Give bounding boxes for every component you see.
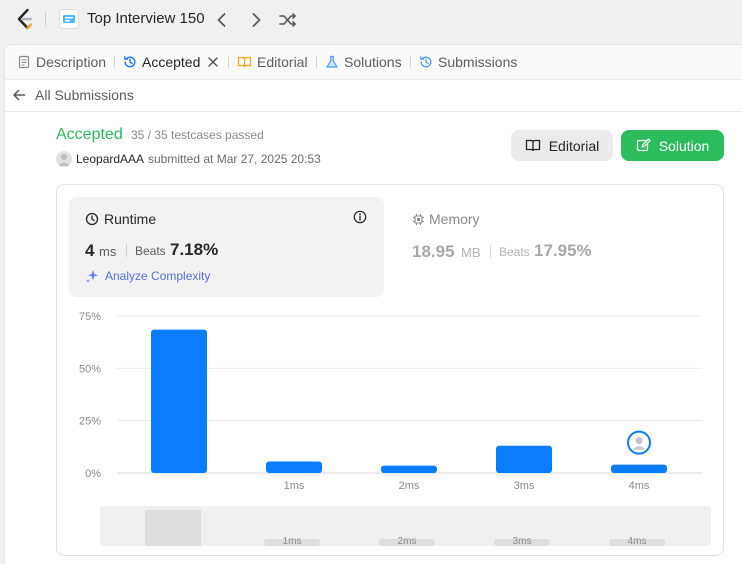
runtime-distribution-chart[interactable]: 0% 25% 50% 75% 1ms 2ms 3ms 4ms 1ms 2ms 3ms 4ms — [57, 185, 723, 555]
tab-divider — [114, 56, 115, 69]
shuffle-icon[interactable] — [278, 10, 298, 30]
tab-label: Solutions — [344, 54, 402, 70]
mini-tick-label: 2ms — [398, 536, 417, 547]
mini-tick-label: 1ms — [283, 536, 302, 547]
mini-tick-label: 4ms — [628, 536, 647, 547]
tab-submissions[interactable]: Submissions — [419, 45, 517, 79]
editorial-button[interactable]: Editorial — [511, 130, 613, 161]
avatar-head-icon — [635, 437, 643, 445]
tab-editorial[interactable]: Editorial — [237, 45, 308, 79]
submitted-time: submitted at Mar 27, 2025 20:53 — [148, 152, 321, 166]
y-tick-label: 0% — [85, 468, 101, 480]
tab-divider — [228, 56, 229, 69]
problem-list-title[interactable]: Top Interview 150 — [87, 10, 205, 27]
book-icon — [237, 56, 252, 68]
history-icon — [420, 56, 432, 68]
prev-problem-icon[interactable] — [212, 10, 232, 30]
avatar[interactable] — [56, 151, 72, 167]
bar[interactable] — [381, 465, 437, 473]
tab-divider — [410, 56, 411, 69]
solution-button-label: Solution — [658, 137, 710, 154]
history-icon — [124, 56, 136, 68]
y-tick-label: 50% — [79, 363, 101, 375]
next-problem-icon[interactable] — [246, 10, 266, 30]
bar[interactable] — [611, 464, 667, 473]
top-bar: Top Interview 150 — [0, 0, 742, 40]
tab-bar: Description Accepted Editorial Solutions… — [5, 45, 742, 80]
all-submissions-link[interactable]: All Submissions — [35, 87, 134, 103]
submission-panel: Description Accepted Editorial Solutions… — [4, 44, 742, 564]
tab-label: Accepted — [142, 54, 201, 70]
edit-icon — [636, 138, 651, 152]
submission-status: Accepted — [56, 126, 123, 143]
tab-label: Description — [36, 54, 107, 70]
username-link[interactable]: LeopardAAA — [76, 152, 144, 166]
close-tab-icon[interactable] — [207, 56, 219, 68]
x-tick-label: 4ms — [629, 480, 650, 492]
editorial-button-label: Editorial — [548, 137, 600, 154]
description-icon — [18, 55, 30, 69]
divider — [45, 12, 46, 26]
y-tick-label: 75% — [79, 311, 101, 323]
book-icon — [525, 139, 540, 152]
x-tick-label: 3ms — [514, 480, 535, 492]
bar[interactable] — [266, 461, 322, 473]
tab-divider — [316, 56, 317, 69]
arrow-left-icon[interactable] — [12, 88, 26, 102]
x-tick-label: 1ms — [284, 480, 305, 492]
y-tick-label: 25% — [79, 416, 101, 428]
mini-tick-label: 3ms — [513, 536, 532, 547]
bar[interactable] — [151, 329, 207, 473]
tab-label: Editorial — [257, 54, 308, 70]
flask-icon — [326, 55, 338, 68]
back-to-submissions[interactable]: All Submissions — [5, 79, 742, 112]
tab-solutions[interactable]: Solutions — [325, 45, 402, 79]
study-plan-icon[interactable] — [59, 9, 79, 29]
testcases-passed: 35 / 35 testcases passed — [131, 128, 264, 142]
tab-accepted[interactable]: Accepted — [123, 45, 219, 79]
x-tick-label: 2ms — [399, 480, 420, 492]
mini-bar — [145, 510, 201, 546]
tab-description[interactable]: Description — [17, 45, 106, 79]
performance-card: Runtime 4 ms Beats 7.18% Analyze Complex… — [56, 184, 724, 556]
leetcode-logo-icon[interactable] — [14, 8, 36, 30]
bar[interactable] — [496, 445, 552, 473]
solution-button[interactable]: Solution — [621, 130, 724, 161]
tab-label: Submissions — [438, 54, 518, 70]
